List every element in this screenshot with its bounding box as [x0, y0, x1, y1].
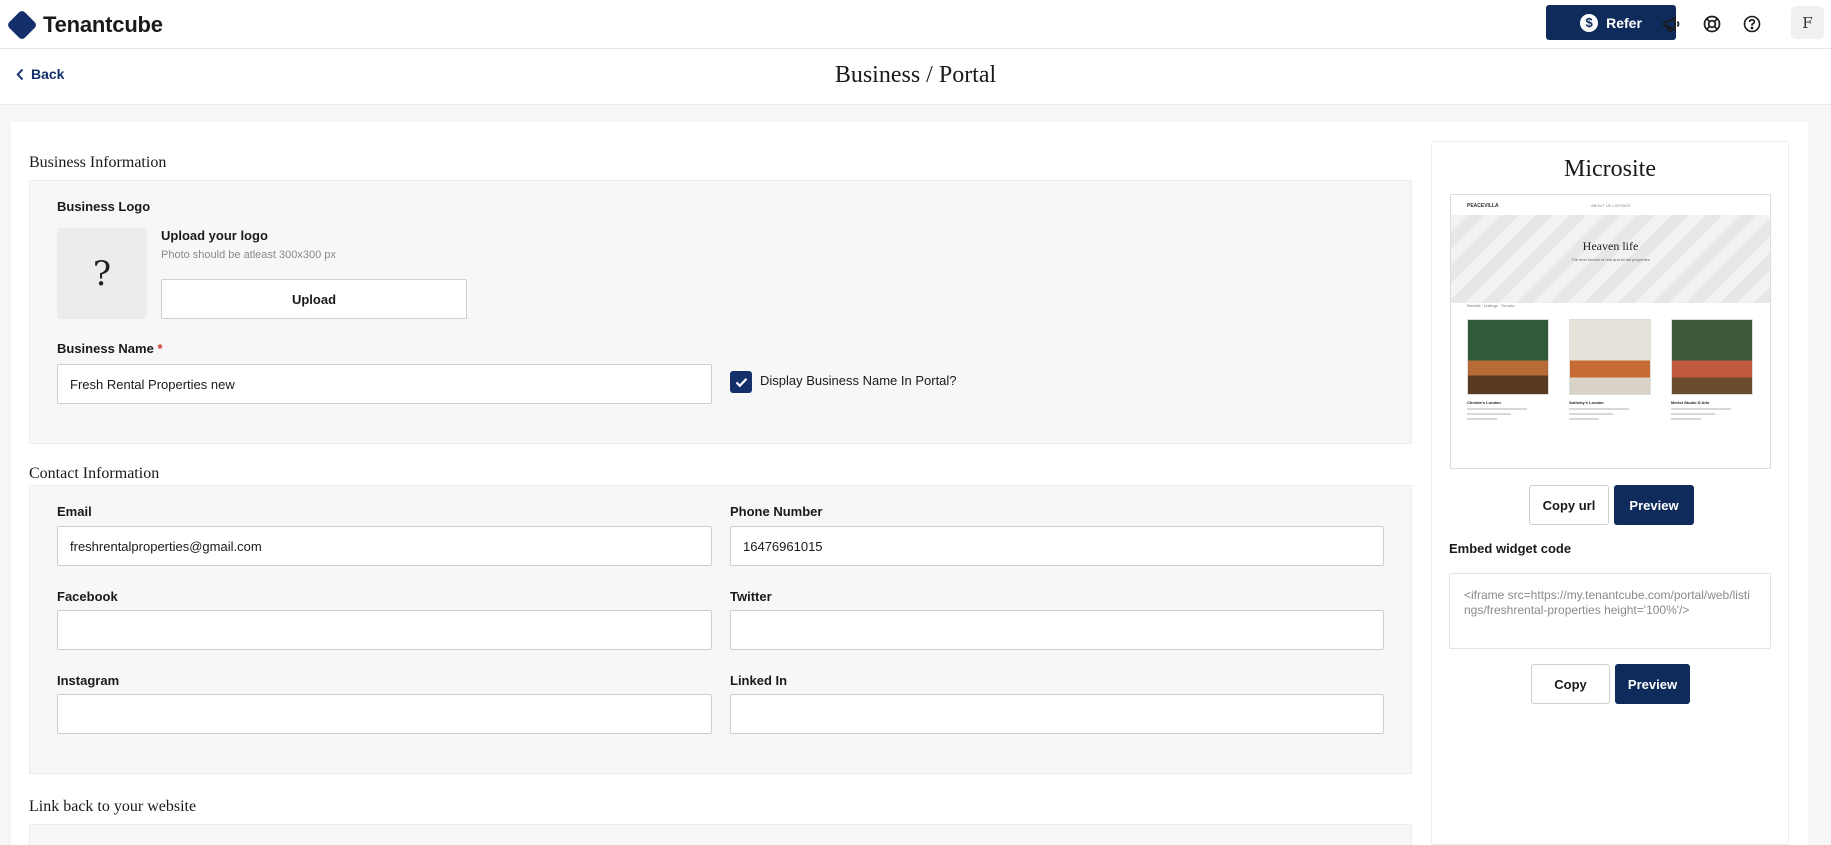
preview-microsite-button[interactable]: Preview — [1614, 485, 1694, 525]
preview-hero: Heaven life The best homes of rest and r… — [1451, 215, 1770, 303]
business-name-label-text: Business Name — [57, 341, 154, 356]
preview-listing-card: Merlot Studio D'Arte — [1671, 319, 1753, 420]
preview-listing-image — [1467, 319, 1549, 395]
checkmark-icon — [735, 377, 747, 387]
page-title: Business / Portal — [834, 62, 997, 88]
business-information-title: Business Information — [29, 154, 167, 171]
facebook-input[interactable] — [57, 610, 712, 650]
preview-logo: PEACEVILLA — [1467, 203, 1499, 209]
phone-number-label: Phone Number — [730, 504, 823, 519]
email-input[interactable] — [57, 526, 712, 566]
contact-information-title: Contact Information — [29, 465, 160, 482]
preview-nav-links: ABOUT US LISTINGS — [1591, 203, 1631, 208]
preview-listing-card: Christie's London — [1467, 319, 1549, 420]
display-business-name-label: Display Business Name In Portal? — [760, 373, 957, 388]
refer-button[interactable]: $ Refer — [1546, 5, 1676, 40]
upload-logo-hint: Photo should be atleast 300x300 px — [161, 249, 336, 261]
preview-hero-title: Heaven life — [1582, 239, 1639, 253]
preview-listing-image — [1569, 319, 1651, 395]
preview-breadcrumb: Rentals · Listings · Toronto — [1467, 303, 1515, 308]
display-business-name-checkbox[interactable] — [730, 371, 752, 393]
upload-button[interactable]: Upload — [161, 279, 467, 319]
link-back-title: Link back to your website — [29, 798, 197, 815]
upload-logo-title: Upload your logo — [161, 228, 268, 243]
preview-listing-name: Merlot Studio D'Arte — [1671, 400, 1710, 405]
preview-nav: PEACEVILLA ABOUT US LISTINGS — [1451, 195, 1770, 215]
twitter-input[interactable] — [730, 610, 1384, 650]
brand-name: Tenantcube — [43, 12, 163, 37]
linkedin-label: Linked In — [730, 673, 788, 688]
preview-listing-image — [1671, 319, 1753, 395]
instagram-input[interactable] — [57, 694, 712, 734]
preview-listing-name: Christie's London — [1467, 400, 1501, 405]
email-label: Email — [57, 504, 92, 519]
dollar-icon: $ — [1580, 13, 1599, 32]
preview-listing-name: Sotheby's London — [1569, 400, 1604, 405]
brand-diamond-icon — [6, 9, 38, 41]
logo-placeholder[interactable]: ? — [57, 228, 147, 319]
microsite-title: Microsite — [1564, 156, 1656, 182]
business-logo-label: Business Logo — [57, 199, 151, 214]
top-navigation-bar: Tenantcube $ Refer F — [0, 0, 1831, 49]
link-back-panel — [29, 824, 1412, 845]
facebook-label: Facebook — [57, 589, 118, 604]
support-icon[interactable] — [1700, 12, 1724, 36]
copy-embed-button[interactable]: Copy — [1531, 664, 1610, 704]
help-icon[interactable] — [1740, 12, 1764, 36]
linkedin-input[interactable] — [730, 694, 1384, 734]
page-subheader: Back Business / Portal — [0, 49, 1831, 105]
preview-hero-subtitle: The best homes of rest and rental proper… — [1571, 257, 1650, 262]
preview-embed-button[interactable]: Preview — [1615, 664, 1690, 704]
brand-logo[interactable]: Tenantcube — [6, 9, 163, 41]
business-name-input[interactable] — [57, 364, 712, 404]
twitter-label: Twitter — [730, 589, 772, 604]
required-mark: * — [157, 341, 163, 356]
user-avatar[interactable]: F — [1791, 6, 1824, 39]
copy-url-button[interactable]: Copy url — [1529, 485, 1609, 525]
embed-widget-label: Embed widget code — [1449, 541, 1572, 556]
phone-number-input[interactable] — [730, 526, 1384, 566]
embed-widget-code-field[interactable]: <iframe src=https://my.tenantcube.com/po… — [1449, 573, 1771, 649]
preview-listing-card: Sotheby's London — [1569, 319, 1651, 420]
megaphone-icon[interactable] — [1660, 12, 1684, 36]
instagram-label: Instagram — [57, 673, 120, 688]
business-name-label: Business Name * — [57, 341, 163, 356]
microsite-preview-thumbnail: PEACEVILLA ABOUT US LISTINGS Heaven life… — [1450, 194, 1771, 469]
refer-label: Refer — [1606, 14, 1642, 31]
